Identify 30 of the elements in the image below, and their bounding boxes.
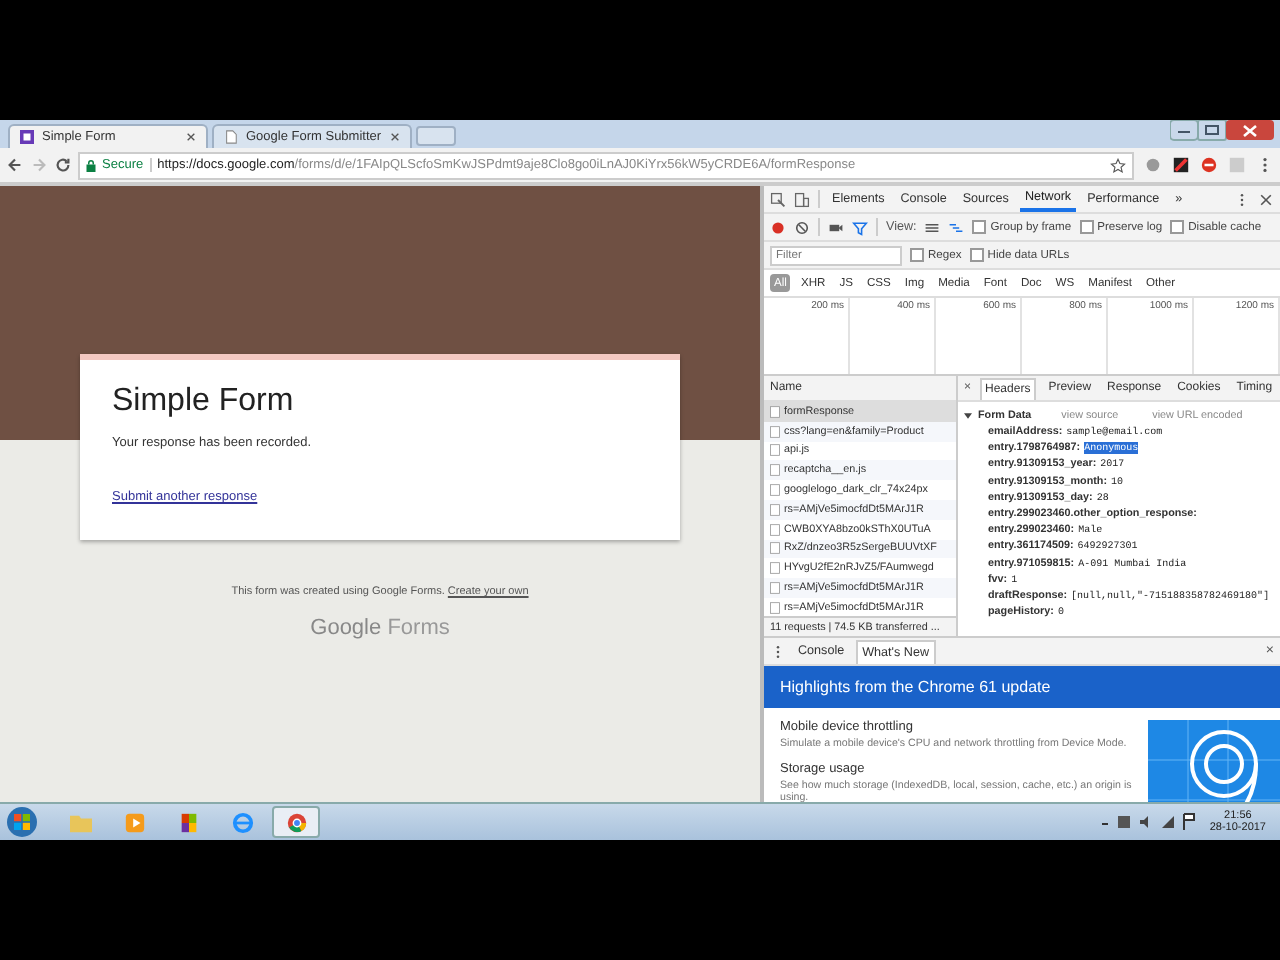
back-icon[interactable]	[6, 156, 24, 174]
reload-icon[interactable]	[54, 156, 72, 174]
banner: Highlights from the Chrome 61 update	[764, 666, 1280, 708]
folder-icon	[67, 811, 93, 833]
waterfall-icon[interactable]	[948, 219, 965, 235]
tray-icons-drawing	[1099, 812, 1196, 832]
star-icon[interactable]	[1110, 157, 1126, 173]
lock-icon	[86, 159, 96, 171]
close-icon[interactable]	[390, 132, 400, 142]
list-view-icon[interactable]	[924, 219, 941, 235]
window-controls-icon[interactable]	[1170, 120, 1274, 142]
inspect-icon[interactable]	[770, 191, 786, 207]
camera-icon[interactable]	[828, 219, 844, 235]
expand-triangle-icon[interactable]	[964, 411, 972, 419]
page-icon	[224, 130, 238, 144]
form-icon	[20, 130, 34, 144]
chrome-icon	[283, 811, 309, 833]
device-icon[interactable]	[794, 191, 810, 207]
close-icon[interactable]	[1258, 191, 1274, 207]
taskbar-app[interactable]	[272, 806, 320, 838]
clear-icon[interactable]	[794, 219, 810, 235]
extension-icon[interactable]	[1172, 156, 1190, 174]
google-forms-logo: Google Forms	[310, 616, 450, 640]
record-icon[interactable]	[770, 219, 786, 235]
close-icon[interactable]	[186, 132, 196, 142]
form-title: Simple Form	[112, 384, 296, 420]
start-button[interactable]	[6, 806, 38, 838]
browser-e-icon	[229, 811, 255, 833]
filter-icon[interactable]	[852, 219, 868, 235]
play-icon	[121, 811, 147, 833]
